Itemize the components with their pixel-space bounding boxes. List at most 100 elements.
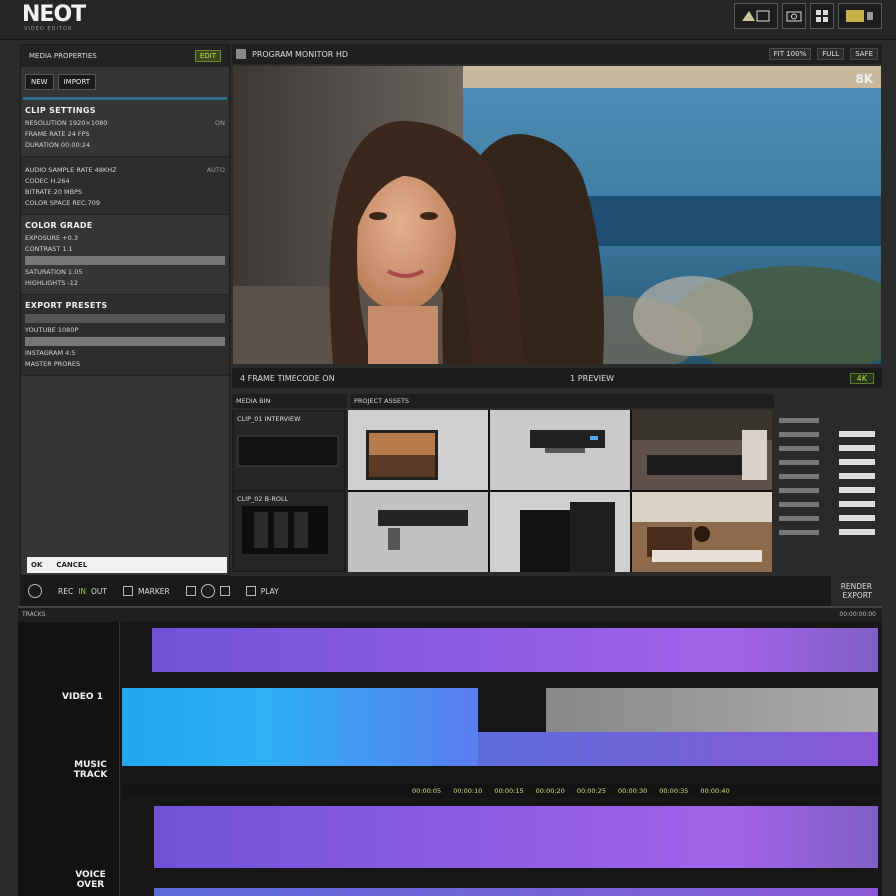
info-row xyxy=(779,442,875,454)
ruler-label: TRACKS xyxy=(22,611,46,618)
marker-icon[interactable] xyxy=(123,586,133,596)
list-item[interactable]: CLIP_01 INTERVIEW xyxy=(234,412,344,490)
info-row xyxy=(779,498,875,510)
ruler-timecode: 00:00:00:00 xyxy=(839,611,876,618)
slider-bar[interactable] xyxy=(25,314,225,323)
asset-thumbnail[interactable] xyxy=(348,410,488,490)
cabinet-icon xyxy=(242,506,328,554)
setting-row[interactable]: RESOLUTION 1920×1080 ON xyxy=(25,119,225,127)
info-row xyxy=(779,414,875,426)
info-row xyxy=(779,456,875,468)
grid-icon[interactable] xyxy=(810,3,834,29)
in-point-button[interactable]: IN xyxy=(78,587,86,596)
panel-title: MEDIA PROPERTIES xyxy=(29,52,97,60)
info-row xyxy=(779,428,875,440)
safe-button[interactable]: SAFE xyxy=(850,48,878,60)
top-icon-group xyxy=(734,3,882,29)
info-label xyxy=(779,515,819,521)
info-value-field[interactable] xyxy=(839,445,875,451)
asset-thumbnail[interactable] xyxy=(632,492,772,572)
preset-row[interactable]: INSTAGRAM 4:5 xyxy=(25,349,225,357)
setting-row[interactable]: FRAME RATE 24 FPS xyxy=(25,130,225,138)
viewer-info-bar: 4 FRAME TIMECODE ON 1 PREVIEW 4K xyxy=(232,368,882,388)
export-icon[interactable] xyxy=(838,3,882,29)
setting-row[interactable]: EXPOSURE +0.3 xyxy=(25,234,225,242)
audio-clip[interactable] xyxy=(478,732,878,766)
timeline-ruler[interactable]: TRACKS 00:00:00:00 xyxy=(18,608,882,622)
slider-bar[interactable] xyxy=(25,256,225,265)
setting-row[interactable]: BITRATE 20 MBPS xyxy=(25,188,225,196)
edit-badge[interactable]: EDIT xyxy=(194,50,221,62)
setting-row[interactable]: CONTRAST 1.1 xyxy=(25,245,225,253)
tv-icon xyxy=(237,435,339,467)
track-label-voice[interactable]: VOICE OVER xyxy=(62,870,119,890)
setting-row[interactable]: AUDIO SAMPLE RATE 48KHZ AUTO xyxy=(25,166,225,174)
render-button[interactable]: RENDER xyxy=(841,582,872,591)
audio-clip[interactable] xyxy=(546,688,878,732)
section-title: EXPORT PRESETS xyxy=(25,301,108,310)
slider-bar[interactable] xyxy=(25,337,225,346)
music-clip[interactable] xyxy=(122,688,478,766)
info-value-field[interactable] xyxy=(839,431,875,437)
quality-badge[interactable]: 4K xyxy=(849,372,874,384)
app-logo-subtitle: VIDEO EDITOR xyxy=(24,26,73,32)
info-label xyxy=(779,473,819,479)
info-row xyxy=(779,526,875,538)
preset-row[interactable]: YOUTUBE 1080P xyxy=(25,326,225,334)
voice-clip[interactable] xyxy=(154,806,878,868)
stop-button[interactable] xyxy=(200,584,215,598)
step-back-icon[interactable] xyxy=(185,586,196,596)
record-button[interactable] xyxy=(28,584,42,598)
cancel-button[interactable]: CANCEL xyxy=(56,561,87,569)
list-item[interactable]: CLIP_02 B-ROLL xyxy=(234,492,344,570)
monitor-icon xyxy=(236,49,246,59)
track-label-video[interactable]: VIDEO 1 xyxy=(62,692,103,702)
play-icon[interactable] xyxy=(245,586,256,596)
asset-thumbnail[interactable] xyxy=(490,410,630,490)
info-label xyxy=(779,501,819,507)
media-bin-header: MEDIA BIN xyxy=(232,394,347,408)
asset-thumbnail[interactable] xyxy=(632,410,772,490)
camera-icon[interactable] xyxy=(782,3,806,29)
fit-button[interactable]: FIT 100% xyxy=(768,48,812,60)
resolution-label: 8K xyxy=(855,72,873,86)
play-button[interactable]: PLAY xyxy=(261,587,279,596)
out-point-button[interactable]: OUT xyxy=(91,587,107,596)
info-value-field[interactable] xyxy=(839,487,875,493)
marker-mode-label: MARKER xyxy=(138,586,170,596)
setting-row[interactable]: SATURATION 1.05 xyxy=(25,268,225,276)
info-label xyxy=(779,445,819,451)
voice-clip[interactable] xyxy=(154,888,878,896)
timeline-tracks[interactable]: 00:00:05 00:00:10 00:00:15 00:00:20 00:0… xyxy=(122,622,882,896)
info-value-field[interactable] xyxy=(839,501,875,507)
tab-import[interactable]: IMPORT xyxy=(57,74,97,90)
info-value-field[interactable] xyxy=(839,515,875,521)
info-value-field[interactable] xyxy=(839,459,875,465)
tab-new[interactable]: NEW xyxy=(25,74,54,90)
render-group: RENDER EXPORT xyxy=(830,576,882,606)
assets-grid xyxy=(348,410,772,572)
transport-bar: REC IN OUT MARKER PLAY RENDER EXPORT xyxy=(20,576,882,606)
asset-thumbnail[interactable] xyxy=(490,492,630,572)
panel-footer: OK CANCEL xyxy=(27,557,227,573)
setting-row[interactable]: COLOR SPACE REC.709 xyxy=(25,199,225,207)
info-value-field[interactable] xyxy=(839,529,875,535)
export-button[interactable]: EXPORT xyxy=(842,591,872,600)
preset-row[interactable]: MASTER PRORES xyxy=(25,360,225,368)
track-label-music[interactable]: MUSIC TRACK xyxy=(62,760,119,780)
video-clip[interactable] xyxy=(152,628,878,672)
viewer-toolbar: PROGRAM MONITOR HD FIT 100% FULL SAFE xyxy=(232,44,882,64)
asset-thumbnail[interactable] xyxy=(348,492,488,572)
full-button[interactable]: FULL xyxy=(817,48,845,60)
step-forward-icon[interactable] xyxy=(219,586,230,596)
ok-button[interactable]: OK xyxy=(31,561,42,569)
program-monitor[interactable]: 8K xyxy=(233,66,881,364)
info-value-field[interactable] xyxy=(839,473,875,479)
preview-frame xyxy=(233,66,881,364)
setting-row[interactable]: CODEC H.264 xyxy=(25,177,225,185)
setting-row[interactable]: DURATION 00:00:24 xyxy=(25,141,225,149)
setting-row[interactable]: HIGHLIGHTS -12 xyxy=(25,279,225,287)
effects-icon[interactable] xyxy=(734,3,778,29)
rec-label[interactable]: REC xyxy=(58,587,73,596)
info-label xyxy=(779,417,819,423)
